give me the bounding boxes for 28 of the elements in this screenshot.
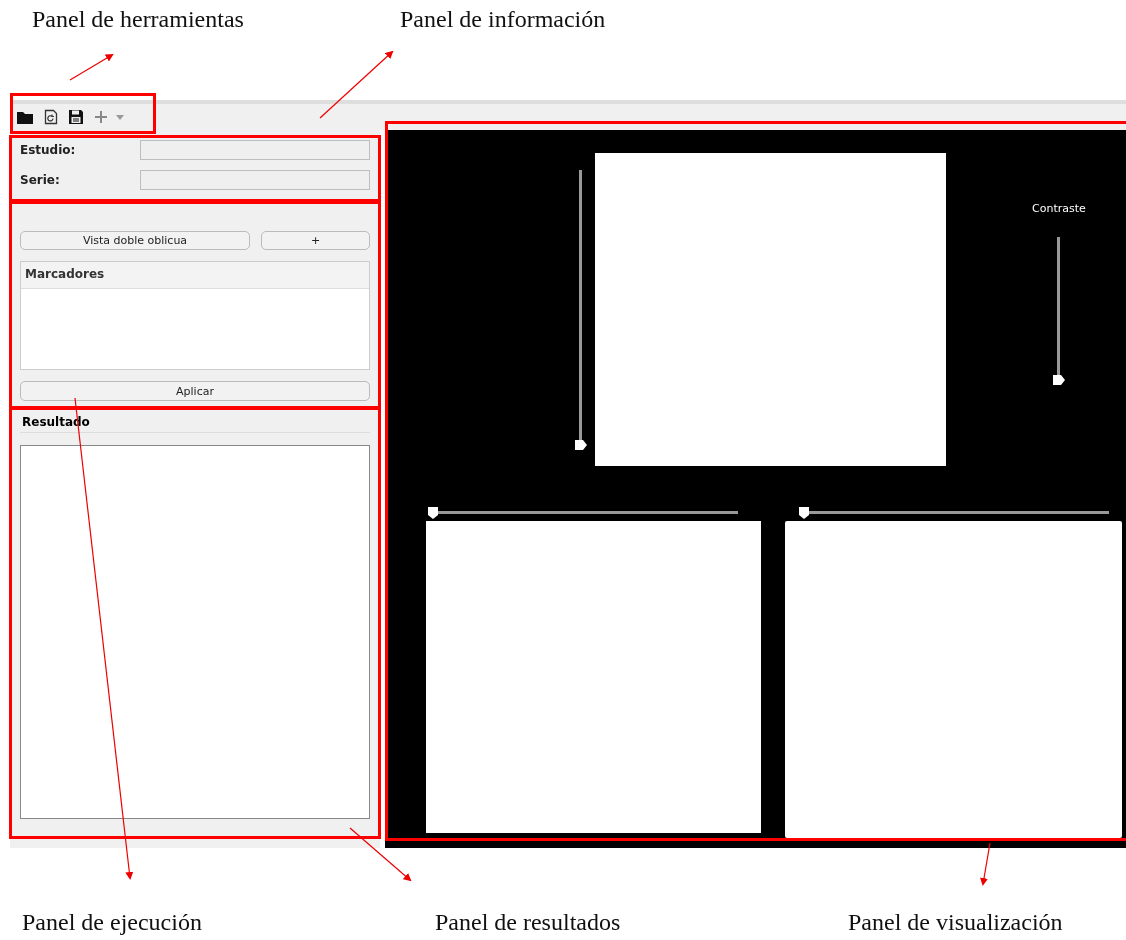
annotation-label: Panel de ejecución bbox=[22, 909, 203, 936]
field-label: Estudio: bbox=[19, 143, 77, 157]
contrast-label: Contraste bbox=[1032, 202, 1086, 215]
annotation-label: Panel de visualización bbox=[848, 909, 1063, 936]
list-header: Marcadores bbox=[21, 262, 369, 289]
save-icon[interactable] bbox=[68, 109, 84, 125]
annotation-arrow bbox=[69, 54, 114, 81]
annotation-label: Panel de resultados bbox=[435, 909, 622, 936]
contrast-slider[interactable] bbox=[1052, 237, 1065, 385]
annotation-label: Panel de herramientas bbox=[32, 6, 245, 33]
horizontal-slider[interactable] bbox=[799, 507, 1109, 519]
slider-handle[interactable] bbox=[799, 507, 809, 519]
horizontal-slider[interactable] bbox=[428, 507, 738, 519]
annotation-arrow bbox=[980, 842, 991, 886]
markers-list[interactable]: Marcadores bbox=[20, 261, 370, 370]
slider-handle[interactable] bbox=[575, 440, 587, 450]
view-button[interactable]: Vista doble oblicua bbox=[20, 231, 250, 250]
vertical-slider[interactable] bbox=[575, 170, 587, 450]
slider-handle[interactable] bbox=[1052, 375, 1065, 385]
folder-icon[interactable] bbox=[16, 109, 34, 125]
field-label: Serie: bbox=[19, 173, 61, 187]
add-button[interactable]: + bbox=[261, 231, 370, 250]
apply-button[interactable]: Aplicar bbox=[20, 381, 370, 401]
annotation-label: Panel de información bbox=[400, 6, 606, 33]
add-icon[interactable] bbox=[94, 110, 108, 124]
refresh-document-icon[interactable] bbox=[44, 109, 58, 125]
annotation-arrow bbox=[349, 827, 412, 882]
slider-handle[interactable] bbox=[428, 507, 438, 519]
